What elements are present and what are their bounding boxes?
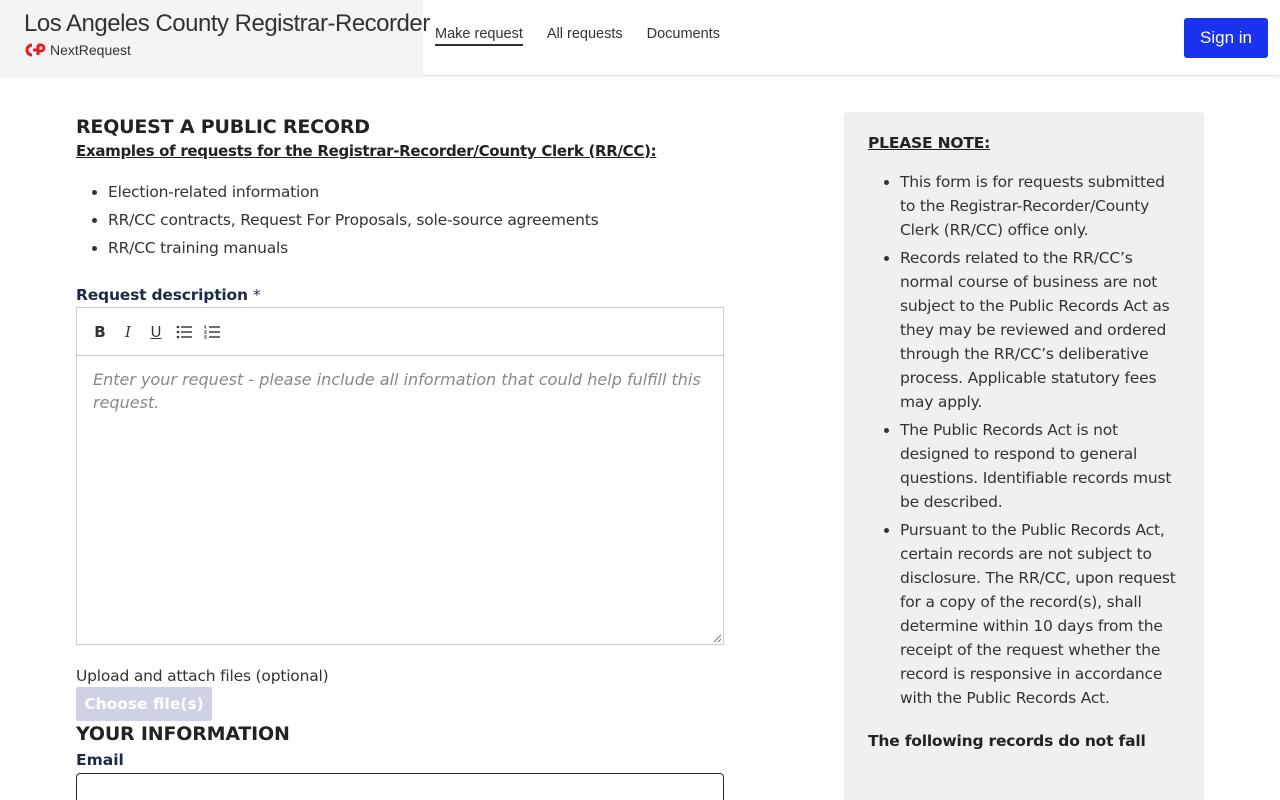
description-label: Request description * — [76, 286, 724, 304]
italic-icon: I — [125, 322, 131, 341]
resize-grip-icon[interactable] — [713, 634, 721, 642]
examples-heading: Examples of requests for the Registrar-R… — [76, 142, 657, 160]
request-form: REQUEST A PUBLIC RECORD Examples of requ… — [76, 112, 724, 800]
product-name: NextRequest — [50, 42, 131, 58]
bullet-list-button[interactable] — [175, 322, 193, 342]
top-header: Los Angeles County Registrar-Recorder Ne… — [0, 0, 1280, 76]
page-title: REQUEST A PUBLIC RECORD — [76, 116, 370, 138]
choose-files-button[interactable]: Choose file(s) — [76, 687, 212, 721]
list-item: Records related to the RR/CC’s normal co… — [900, 246, 1180, 414]
nav-documents[interactable]: Documents — [647, 26, 720, 46]
required-marker: * — [253, 286, 261, 304]
editor-toolbar: B I U — [77, 308, 723, 356]
list-item: RR/CC training manuals — [108, 234, 724, 262]
main-nav: Make request All requests Documents — [435, 26, 720, 46]
rich-text-editor: B I U Enter your request - please includ… — [76, 307, 724, 645]
underline-icon: U — [150, 322, 162, 341]
numbered-list-icon — [204, 325, 220, 338]
email-field[interactable] — [76, 773, 724, 800]
bullet-list-icon — [176, 325, 192, 338]
please-note-panel: PLEASE NOTE: This form is for requests s… — [844, 112, 1204, 800]
your-information-heading: YOUR INFORMATION — [76, 723, 290, 745]
sign-in-button[interactable]: Sign in — [1184, 18, 1268, 58]
list-item: The Public Records Act is not designed t… — [900, 418, 1180, 514]
numbered-list-button[interactable] — [203, 322, 221, 342]
italic-button[interactable]: I — [119, 322, 137, 342]
underline-button[interactable]: U — [147, 322, 165, 342]
description-input[interactable]: Enter your request - please include all … — [77, 356, 723, 644]
brand-block[interactable]: Los Angeles County Registrar-Recorder Ne… — [0, 0, 430, 76]
bold-button[interactable]: B — [91, 322, 109, 342]
product-brand: NextRequest — [24, 42, 423, 58]
nav-make-request[interactable]: Make request — [435, 26, 523, 46]
note-title: PLEASE NOTE: — [868, 134, 991, 152]
bold-icon: B — [94, 322, 106, 341]
description-label-text: Request description — [76, 286, 248, 304]
list-item: RR/CC contracts, Request For Proposals, … — [108, 206, 724, 234]
note-footer-text: The following records do not fall — [868, 732, 1146, 750]
list-item: This form is for requests submitted to t… — [900, 170, 1180, 242]
nextrequest-logo-icon — [25, 43, 46, 57]
upload-label: Upload and attach files (optional) — [76, 667, 329, 685]
examples-list: Election-related information RR/CC contr… — [108, 178, 724, 262]
note-list: This form is for requests submitted to t… — [900, 170, 1180, 710]
email-label: Email — [76, 751, 124, 769]
description-placeholder: Enter your request - please include all … — [93, 370, 701, 412]
list-item: Pursuant to the Public Records Act, cert… — [900, 518, 1180, 710]
list-item: Election-related information — [108, 178, 724, 206]
nav-all-requests[interactable]: All requests — [547, 26, 623, 46]
org-title: Los Angeles County Registrar-Recorder — [24, 10, 430, 37]
